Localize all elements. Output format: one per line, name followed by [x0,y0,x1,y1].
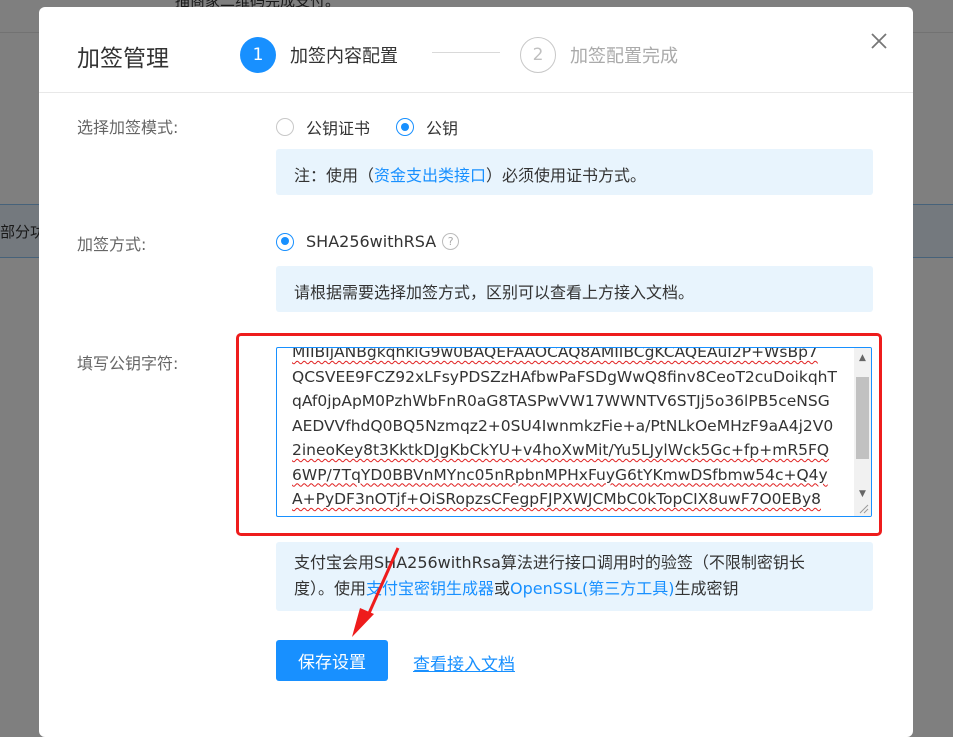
step-2: 2 加签配置完成 [520,36,678,74]
radio-circle-checked [396,118,414,136]
sign-mode-label: 选择加签模式: [77,118,179,137]
note-text: ）必须使用证书方式。 [486,166,647,185]
step-1: 1 加签内容配置 [240,36,398,74]
public-key-label: 填写公钥字符: [77,354,179,373]
step-1-number: 1 [240,37,276,73]
note-text: 或 [494,579,511,598]
openssl-link[interactable]: OpenSSL(第三方工具) [510,579,674,598]
modal-header: 加签管理 1 加签内容配置 2 加签配置完成 [39,7,913,93]
save-button[interactable]: 保存设置 [276,640,388,681]
note-text: 支付宝会用SHA256withRsa算法进行接口调用时的验签（不限制密钥长 [294,553,805,572]
modal-title: 加签管理 [77,46,169,72]
help-icon[interactable]: ? [442,233,460,250]
radio-sha256withrsa[interactable]: SHA256withRSA ? [276,232,460,251]
radio-public-key-certificate[interactable]: 公钥证书 [276,115,370,139]
note-text: 注：使用（ [294,166,375,185]
alipay-key-generator-link[interactable]: 支付宝密钥生成器 [366,579,494,598]
radio-circle-checked [276,232,294,251]
step-connector [432,52,500,53]
step-1-label: 加签内容配置 [290,46,398,67]
step-2-label: 加签配置完成 [570,46,678,67]
certificate-note: 注：使用（资金支出类接口）必须使用证书方式。 [276,149,873,195]
note-text: 生成密钥 [674,579,739,598]
close-icon[interactable] [867,29,891,53]
sign-method-note: 请根据需要选择加签方式，区别可以查看上方接入文档。 [276,266,873,312]
sign-config-modal: 加签管理 1 加签内容配置 2 加签配置完成 选择加签模式: 公钥证书 公钥 注… [39,7,913,737]
radio-circle [276,118,294,136]
sign-method-label: 加签方式: [77,235,147,254]
radio-label: SHA256withRSA [306,232,437,251]
radio-label: 公钥 [426,119,459,138]
note-text: 度）。使用 [294,579,367,598]
radio-label: 公钥证书 [306,119,371,138]
fund-interface-link[interactable]: 资金支出类接口 [374,166,486,185]
public-key-note: 支付宝会用SHA256withRsa算法进行接口调用时的验签（不限制密钥长 度）… [276,542,873,611]
radio-public-key[interactable]: 公钥 [396,115,458,139]
highlight-box [236,333,882,536]
view-docs-link[interactable]: 查看接入文档 [413,650,515,675]
step-2-number: 2 [520,37,556,73]
